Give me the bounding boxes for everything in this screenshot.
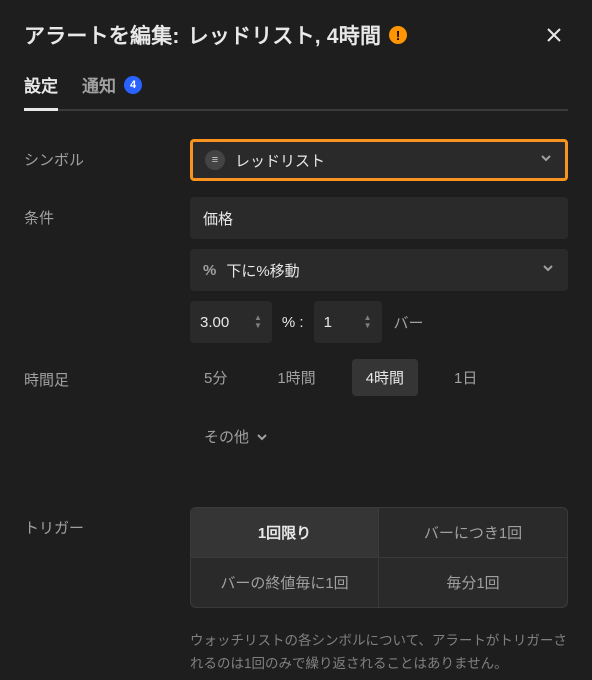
step-down-icon[interactable]: ▼ xyxy=(364,322,372,330)
condition-values-line: ▲ ▼ % : ▲ ▼ バー xyxy=(190,301,568,343)
timeframe-opt-3[interactable]: 1日 xyxy=(440,359,491,396)
symbol-select[interactable]: ≡ レッドリスト xyxy=(190,139,568,181)
percent-stepper[interactable]: ▲ ▼ xyxy=(254,314,262,330)
trigger-opt-3[interactable]: 毎分1回 xyxy=(379,558,567,607)
timeframe-opt-0[interactable]: 5分 xyxy=(190,359,241,396)
symbol-row: シンボル ≡ レッドリスト xyxy=(24,139,568,181)
trigger-opt-1[interactable]: バーにつき1回 xyxy=(379,508,567,558)
chevron-down-icon xyxy=(541,261,555,279)
chevron-down-icon xyxy=(255,430,269,444)
bars-value-input[interactable]: ▲ ▼ xyxy=(314,301,382,343)
notifications-badge: 4 xyxy=(124,76,142,94)
tab-notifications-label: 通知 xyxy=(82,72,116,97)
timeframe-more-label: その他 xyxy=(204,426,249,447)
timeframe-opt-1[interactable]: 1時間 xyxy=(263,359,329,396)
title-name: レッドリスト, 4時間 xyxy=(188,20,382,50)
symbol-label: シンボル xyxy=(24,139,174,170)
chevron-down-icon xyxy=(539,151,553,169)
condition-target-value: 価格 xyxy=(203,208,233,229)
tab-settings[interactable]: 設定 xyxy=(24,72,58,109)
percent-value-input[interactable]: ▲ ▼ xyxy=(190,301,272,343)
condition-row: 条件 価格 % 下に%移動 ▲ ▼ % : xyxy=(24,197,568,343)
trigger-label: トリガー xyxy=(24,507,174,538)
title-prefix: アラートを編集: xyxy=(24,20,180,50)
condition-operator-select[interactable]: % 下に%移動 xyxy=(190,249,568,291)
list-icon: ≡ xyxy=(205,150,225,170)
tab-settings-label: 設定 xyxy=(24,72,58,97)
trigger-opt-0[interactable]: 1回限り xyxy=(191,508,379,558)
close-icon xyxy=(545,26,563,44)
percent-separator: % : xyxy=(282,314,304,331)
bar-unit-label: バー xyxy=(394,312,424,333)
timeframe-opt-2[interactable]: 4時間 xyxy=(352,359,418,396)
symbol-value: レッドリスト xyxy=(235,150,325,171)
timeframe-row: 時間足 5分 1時間 4時間 1日 その他 xyxy=(24,359,568,455)
condition-operator-value: 下に%移動 xyxy=(226,260,299,281)
trigger-note: ウォッチリストの各シンボルについて、アラートがトリガーされるのは1回のみで繰り返… xyxy=(190,630,568,676)
trigger-row: トリガー 1回限り バーにつき1回 バーの終値毎に1回 毎分1回 ウォッチリスト… xyxy=(24,507,568,676)
edit-alert-dialog: アラートを編集: レッドリスト, 4時間 ! 設定 通知 4 シンボル ≡ レッ… xyxy=(0,0,592,680)
tabs: 設定 通知 4 xyxy=(24,72,568,111)
dialog-header: アラートを編集: レッドリスト, 4時間 ! xyxy=(24,20,568,50)
condition-label: 条件 xyxy=(24,197,174,228)
timeframe-options: 5分 1時間 4時間 1日 その他 xyxy=(190,359,568,455)
trigger-options: 1回限り バーにつき1回 バーの終値毎に1回 毎分1回 xyxy=(190,507,568,608)
timeframe-label: 時間足 xyxy=(24,359,174,390)
timeframe-more[interactable]: その他 xyxy=(190,418,283,455)
percent-icon: % xyxy=(203,262,216,279)
tab-notifications[interactable]: 通知 4 xyxy=(82,72,142,109)
percent-input-field[interactable] xyxy=(200,314,248,331)
bars-stepper[interactable]: ▲ ▼ xyxy=(364,314,372,330)
warning-icon: ! xyxy=(389,26,407,44)
trigger-opt-2[interactable]: バーの終値毎に1回 xyxy=(191,558,379,607)
close-button[interactable] xyxy=(540,21,568,49)
dialog-title: アラートを編集: レッドリスト, 4時間 ! xyxy=(24,20,407,50)
condition-target-select[interactable]: 価格 xyxy=(190,197,568,239)
bars-input-field[interactable] xyxy=(324,314,358,331)
step-down-icon[interactable]: ▼ xyxy=(254,322,262,330)
